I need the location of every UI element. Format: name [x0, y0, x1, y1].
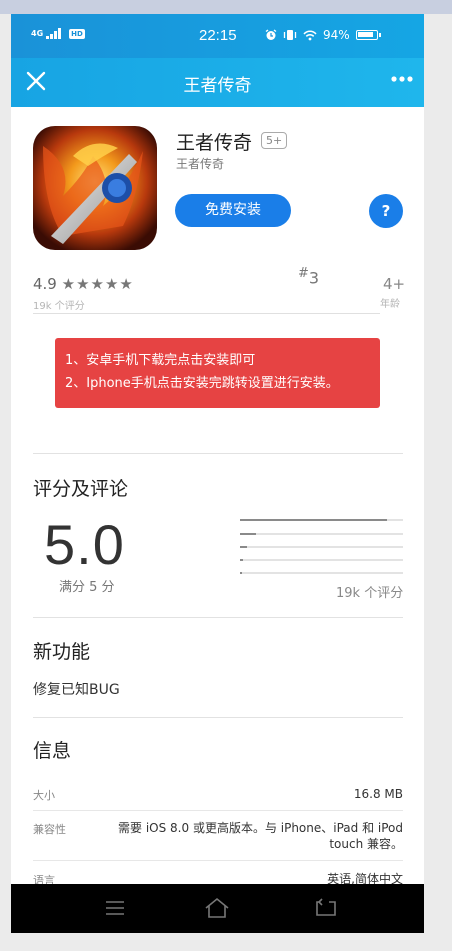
- rank-number: 3: [308, 268, 320, 288]
- wifi-icon: [303, 30, 317, 40]
- more-icon[interactable]: [390, 75, 414, 83]
- info-value-compat: 需要 iOS 8.0 或更高版本。与 iPhone、iPad 和 iPod to…: [118, 820, 403, 852]
- battery-icon: [355, 30, 381, 40]
- compat-line: touch 兼容。: [329, 837, 403, 851]
- score-out-of: 满分 5 分: [59, 580, 115, 595]
- rating-bar-5-star: [240, 519, 403, 521]
- install-button[interactable]: 免费安装: [175, 194, 291, 227]
- rating-bar-fill: [240, 519, 387, 521]
- divider: [33, 717, 403, 718]
- divider: [33, 313, 380, 314]
- divider: [33, 617, 403, 618]
- section-title-info: 信息: [33, 740, 72, 762]
- age-rating-tag: 5+: [261, 132, 288, 149]
- battery-percent: 94%: [323, 28, 350, 42]
- signal-icon: [46, 28, 66, 39]
- help-button[interactable]: ?: [369, 194, 403, 228]
- menu-icon[interactable]: [105, 900, 125, 916]
- rating-summary: 4.9 ★★★★★: [33, 275, 134, 293]
- age-label: 年龄: [380, 299, 400, 310]
- divider: [33, 810, 403, 811]
- divider: [33, 453, 403, 454]
- rating-value: 4.9: [33, 275, 57, 293]
- rating-bar-fill: [240, 533, 257, 535]
- app-name: 王者传奇: [176, 132, 253, 154]
- app-developer: 王者传奇: [176, 157, 225, 171]
- network-label: 4G: [31, 29, 44, 38]
- chart-rank: #3: [298, 266, 319, 287]
- average-score: 5.0: [44, 513, 125, 576]
- install-notice: 1、安卓手机下载完点击安装即可 2、Iphone手机点击安装完跳转设置进行安装。: [55, 338, 380, 408]
- star-icons: ★★★★★: [61, 275, 134, 293]
- rating-bar-1-star: [240, 572, 403, 574]
- divider: [33, 860, 403, 861]
- info-label-size: 大小: [33, 789, 55, 802]
- info-value-size: 16.8 MB: [353, 787, 403, 801]
- android-nav-bar: [11, 884, 424, 933]
- vibrate-icon: [283, 30, 297, 40]
- status-time: 22:15: [199, 27, 237, 44]
- back-icon[interactable]: [315, 898, 337, 918]
- status-left: 4G HD: [31, 28, 85, 39]
- rating-bar-3-star: [240, 546, 403, 548]
- rating-bar-2-star: [240, 559, 403, 561]
- rank-hash: #: [298, 266, 309, 281]
- home-icon[interactable]: [204, 897, 230, 919]
- rating-bar-fill: [240, 559, 244, 561]
- info-label-compat: 兼容性: [33, 823, 66, 836]
- age-value: 4+: [383, 275, 406, 293]
- compat-line: 需要 iOS 8.0 或更高版本。与 iPhone、iPad 和 iPod: [118, 821, 403, 835]
- status-right: 94%: [265, 28, 381, 42]
- section-title-whats-new: 新功能: [33, 641, 91, 663]
- notice-line: 1、安卓手机下载完点击安装即可: [65, 353, 256, 368]
- nav-bar: 王者传奇: [11, 58, 424, 107]
- rating-bar-4-star: [240, 533, 403, 535]
- top-edge: [0, 0, 452, 14]
- ratings-total: 19k 个评分: [336, 586, 404, 601]
- nav-title: 王者传奇: [183, 76, 252, 96]
- section-title-ratings: 评分及评论: [33, 478, 129, 500]
- rating-bar-fill: [240, 572, 242, 574]
- phone-screen: 4G HD 22:15 94% 王者传奇 王者传奇 5+ 王者传奇 免费安装 ?…: [11, 14, 424, 933]
- status-bar: 4G HD 22:15 94%: [11, 14, 424, 58]
- rating-bar-fill: [240, 546, 247, 548]
- app-icon: [33, 126, 157, 250]
- alarm-icon: [265, 29, 277, 40]
- whats-new-text: 修复已知BUG: [33, 682, 120, 698]
- notice-line: 2、Iphone手机点击安装完跳转设置进行安装。: [65, 376, 339, 391]
- hd-badge: HD: [69, 28, 85, 39]
- rating-count: 19k 个评分: [33, 301, 85, 312]
